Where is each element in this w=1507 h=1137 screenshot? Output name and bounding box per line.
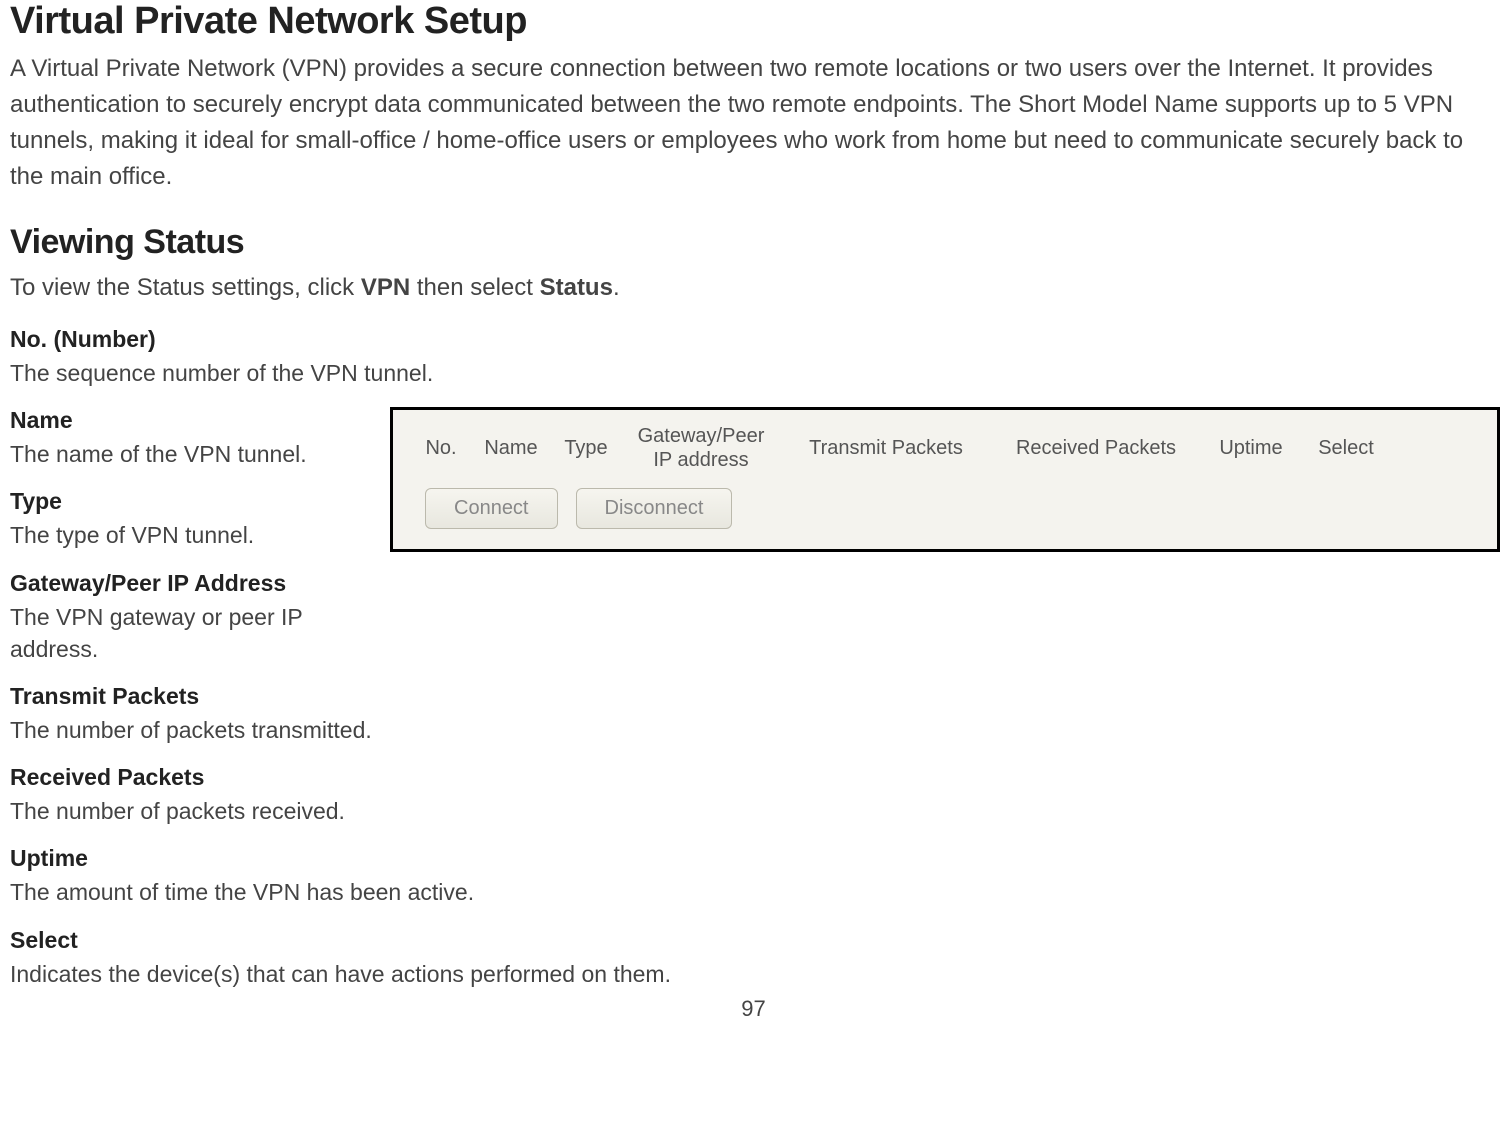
def-desc: Indicates the device(s) that can have ac…: [10, 958, 1497, 990]
page-number: 97: [10, 996, 1497, 1022]
table-header-row: No. Name Type Gateway/Peer IP address Tr…: [411, 424, 1479, 472]
col-no: No.: [411, 437, 471, 460]
def-term: Select: [10, 927, 1497, 954]
instruction-vpn: VPN: [361, 274, 410, 301]
col-gateway: Gateway/Peer IP address: [621, 424, 781, 472]
intro-paragraph: A Virtual Private Network (VPN) provides…: [10, 51, 1497, 195]
instruction-text: To view the Status settings, click VPN t…: [10, 270, 1497, 306]
def-desc: The sequence number of the VPN tunnel.: [10, 357, 1497, 389]
vpn-status-screenshot: No. Name Type Gateway/Peer IP address Tr…: [390, 407, 1500, 552]
instruction-mid: then select: [410, 274, 539, 301]
def-term: Uptime: [10, 845, 1497, 872]
button-row: Connect Disconnect: [411, 488, 1479, 529]
col-gateway-line2: IP address: [633, 448, 769, 472]
section-viewing-status: Viewing Status: [10, 223, 1497, 262]
def-received: Received Packets The number of packets r…: [10, 764, 1497, 827]
def-transmit: Transmit Packets The number of packets t…: [10, 683, 1497, 746]
col-transmit: Transmit Packets: [781, 437, 991, 460]
def-desc: The name of the VPN tunnel.: [10, 438, 390, 470]
page-title: Virtual Private Network Setup: [10, 0, 1497, 43]
def-desc: The number of packets transmitted.: [10, 714, 1497, 746]
def-no: No. (Number) The sequence number of the …: [10, 326, 1497, 389]
def-desc: The type of VPN tunnel.: [10, 519, 390, 551]
def-gateway: Gateway/Peer IP Address The VPN gateway …: [10, 570, 390, 665]
col-name: Name: [471, 437, 551, 460]
disconnect-button[interactable]: Disconnect: [576, 488, 733, 529]
instruction-status: Status: [540, 274, 613, 301]
instruction-post: .: [613, 274, 620, 301]
instruction-pre: To view the Status settings, click: [10, 274, 361, 301]
def-desc: The VPN gateway or peer IP address.: [10, 601, 390, 665]
def-term: Received Packets: [10, 764, 1497, 791]
def-select: Select Indicates the device(s) that can …: [10, 927, 1497, 990]
col-received: Received Packets: [991, 437, 1201, 460]
def-name: Name The name of the VPN tunnel.: [10, 407, 390, 470]
col-type: Type: [551, 437, 621, 460]
col-select: Select: [1301, 437, 1391, 460]
def-desc: The number of packets received.: [10, 795, 1497, 827]
def-uptime: Uptime The amount of time the VPN has be…: [10, 845, 1497, 908]
col-gateway-line1: Gateway/Peer: [633, 424, 769, 448]
def-term: Transmit Packets: [10, 683, 1497, 710]
def-term: Type: [10, 488, 390, 515]
def-term: Gateway/Peer IP Address: [10, 570, 390, 597]
def-desc: The amount of time the VPN has been acti…: [10, 876, 1497, 908]
def-term: Name: [10, 407, 390, 434]
def-term: No. (Number): [10, 326, 1497, 353]
connect-button[interactable]: Connect: [425, 488, 558, 529]
col-uptime: Uptime: [1201, 437, 1301, 460]
def-type: Type The type of VPN tunnel.: [10, 488, 390, 551]
